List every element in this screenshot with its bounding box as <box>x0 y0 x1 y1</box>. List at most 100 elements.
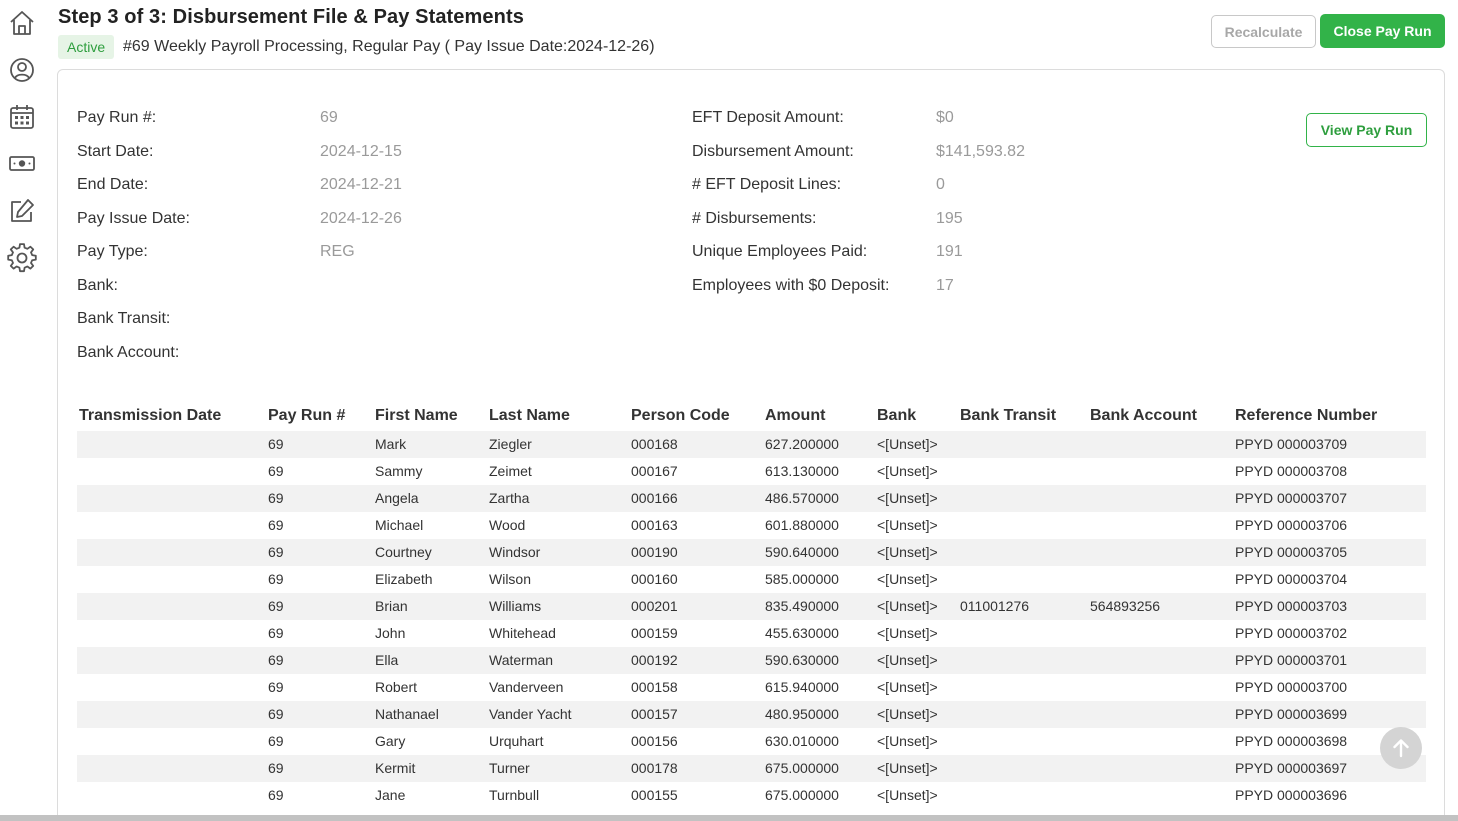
table-cell: 69 <box>268 571 284 587</box>
table-cell: <[Unset]> <box>877 517 938 533</box>
edit-icon[interactable] <box>7 196 37 226</box>
table-cell: 000155 <box>631 787 678 803</box>
column-header-person-code[interactable]: Person Code <box>631 407 730 425</box>
arrow-up-icon <box>1393 739 1409 758</box>
table-cell: Zartha <box>489 490 530 506</box>
table-cell: Wood <box>489 517 526 533</box>
table-cell: <[Unset]> <box>877 463 938 479</box>
detail-value-disbursements: 195 <box>936 210 963 227</box>
table-cell: 585.000000 <box>765 571 839 587</box>
table-cell: 486.570000 <box>765 490 839 506</box>
detail-label-eft-deposit-lines: # EFT Deposit Lines: <box>692 176 842 193</box>
detail-label-disbursement-amount: Disbursement Amount: <box>692 143 854 160</box>
detail-label-pay-issue-date: Pay Issue Date: <box>77 210 190 227</box>
detail-value-eft-deposit-amount: $0 <box>936 109 954 126</box>
table-cell: 564893256 <box>1090 598 1161 614</box>
page-subtitle: #69 Weekly Payroll Processing, Regular P… <box>123 38 655 55</box>
scroll-to-top-button[interactable] <box>1380 727 1422 769</box>
table-cell: 000159 <box>631 625 678 641</box>
gear-icon[interactable] <box>7 243 37 273</box>
table-cell: PPYD 000003697 <box>1235 760 1348 776</box>
table-cell: 601.880000 <box>765 517 839 533</box>
home-icon[interactable] <box>7 8 37 38</box>
table-row[interactable]: 69 Sammy Zeimet 000167 613.130000 <[Unset]> PP… <box>77 458 1426 485</box>
table-cell: Robert <box>375 679 418 695</box>
table-cell: Michael <box>375 517 424 533</box>
table-cell: Vanderveen <box>489 679 564 695</box>
table-cell: 000190 <box>631 544 678 560</box>
table-cell: Vander Yacht <box>489 706 572 722</box>
table-cell: PPYD 000003699 <box>1235 706 1348 722</box>
horizontal-scrollbar[interactable] <box>0 815 1458 821</box>
table-cell: 480.950000 <box>765 706 839 722</box>
detail-label-unique-employees-paid: Unique Employees Paid: <box>692 243 868 260</box>
table-cell: Wilson <box>489 571 532 587</box>
table-cell: PPYD 000003703 <box>1235 598 1348 614</box>
detail-label-bank-account: Bank Account: <box>77 344 180 361</box>
table-cell: John <box>375 625 406 641</box>
detail-label-pay-run: Pay Run #: <box>77 109 157 126</box>
table-cell: Sammy <box>375 463 423 479</box>
user-circle-icon[interactable] <box>7 55 37 85</box>
column-header-bank-account[interactable]: Bank Account <box>1090 407 1197 425</box>
column-header-last-name[interactable]: Last Name <box>489 407 570 425</box>
table-row[interactable]: 69 Nathanael Vander Yacht 000157 480.950000 <… <box>77 701 1426 728</box>
table-cell: 000166 <box>631 490 678 506</box>
table-cell: PPYD 000003704 <box>1235 571 1348 587</box>
column-header-amount[interactable]: Amount <box>765 407 825 425</box>
table-row[interactable]: 69 Jane Turnbull 000155 675.000000 <[Unset]> P… <box>77 782 1426 809</box>
table-row[interactable]: 69 Robert Vanderveen 000158 615.940000 <[Unse… <box>77 674 1426 701</box>
table-cell: 000157 <box>631 706 678 722</box>
table-cell: 590.630000 <box>765 652 839 668</box>
detail-value-unique-employees-paid: 191 <box>936 243 963 260</box>
table-cell: 69 <box>268 517 284 533</box>
table-cell: 835.490000 <box>765 598 839 614</box>
table-row[interactable]: 69 Ella Waterman 000192 590.630000 <[Unset]> P… <box>77 647 1426 674</box>
close-pay-run-button[interactable]: Close Pay Run <box>1320 14 1445 48</box>
table-cell: 011001276 <box>960 598 1030 614</box>
view-pay-run-button[interactable]: View Pay Run <box>1306 113 1427 147</box>
table-row[interactable]: 69 Mark Ziegler 000168 627.200000 <[Unset]> PP… <box>77 431 1426 458</box>
table-cell: Ella <box>375 652 399 668</box>
column-header-first-name[interactable]: First Name <box>375 407 458 425</box>
detail-value-pay-type: REG <box>320 243 355 260</box>
table-row[interactable]: 69 Courtney Windsor 000190 590.640000 <[Unset… <box>77 539 1426 566</box>
table-row[interactable]: 69 Brian Williams 000201 835.490000 <[Unset]>… <box>77 593 1426 620</box>
table-cell: <[Unset]> <box>877 787 938 803</box>
column-header-reference-number[interactable]: Reference Number <box>1235 407 1377 425</box>
table-row[interactable]: 69 Elizabeth Wilson 000160 585.000000 <[Unset… <box>77 566 1426 593</box>
table-cell: Waterman <box>489 652 554 668</box>
table-cell: <[Unset]> <box>877 490 938 506</box>
table-row[interactable]: 69 Gary Urquhart 000156 630.010000 <[Unset]> P… <box>77 728 1426 755</box>
table-cell: 69 <box>268 436 284 452</box>
table-cell: PPYD 000003701 <box>1235 652 1348 668</box>
table-cell: PPYD 000003708 <box>1235 463 1348 479</box>
detail-label-end-date: End Date: <box>77 176 149 193</box>
detail-label-disbursements: # Disbursements: <box>692 210 817 227</box>
column-header-transmission-date[interactable]: Transmission Date <box>79 407 221 425</box>
column-header-pay-run[interactable]: Pay Run # <box>268 407 345 425</box>
table-cell: 000158 <box>631 679 678 695</box>
table-row[interactable]: 69 Michael Wood 000163 601.880000 <[Unset]> PP… <box>77 512 1426 539</box>
detail-label-zero-deposit-employees: Employees with $0 Deposit: <box>692 277 890 294</box>
table-row[interactable]: 69 Angela Zartha 000166 486.570000 <[Unset]> P… <box>77 485 1426 512</box>
table-row[interactable]: 69 John Whitehead 000159 455.630000 <[Unset]>… <box>77 620 1426 647</box>
table-cell: 69 <box>268 544 284 560</box>
table-cell: 000168 <box>631 436 678 452</box>
table-row[interactable]: 69 Kermit Turner 000178 675.000000 <[Unset]> P… <box>77 755 1426 782</box>
table-cell: <[Unset]> <box>877 625 938 641</box>
table-cell: Windsor <box>489 544 541 560</box>
recalculate-button[interactable]: Recalculate <box>1211 15 1316 48</box>
table-cell: 615.940000 <box>765 679 839 695</box>
table-cell: 000167 <box>631 463 678 479</box>
money-icon[interactable] <box>7 148 37 178</box>
table-cell: 675.000000 <box>765 760 839 776</box>
table-cell: 69 <box>268 787 284 803</box>
column-header-bank[interactable]: Bank <box>877 407 916 425</box>
calendar-icon[interactable] <box>7 102 37 132</box>
detail-value-end-date: 2024-12-21 <box>320 176 402 193</box>
table-cell: <[Unset]> <box>877 706 938 722</box>
column-header-bank-transit[interactable]: Bank Transit <box>960 407 1056 425</box>
detail-label-bank: Bank: <box>77 277 118 294</box>
table-cell: 000201 <box>631 598 678 614</box>
